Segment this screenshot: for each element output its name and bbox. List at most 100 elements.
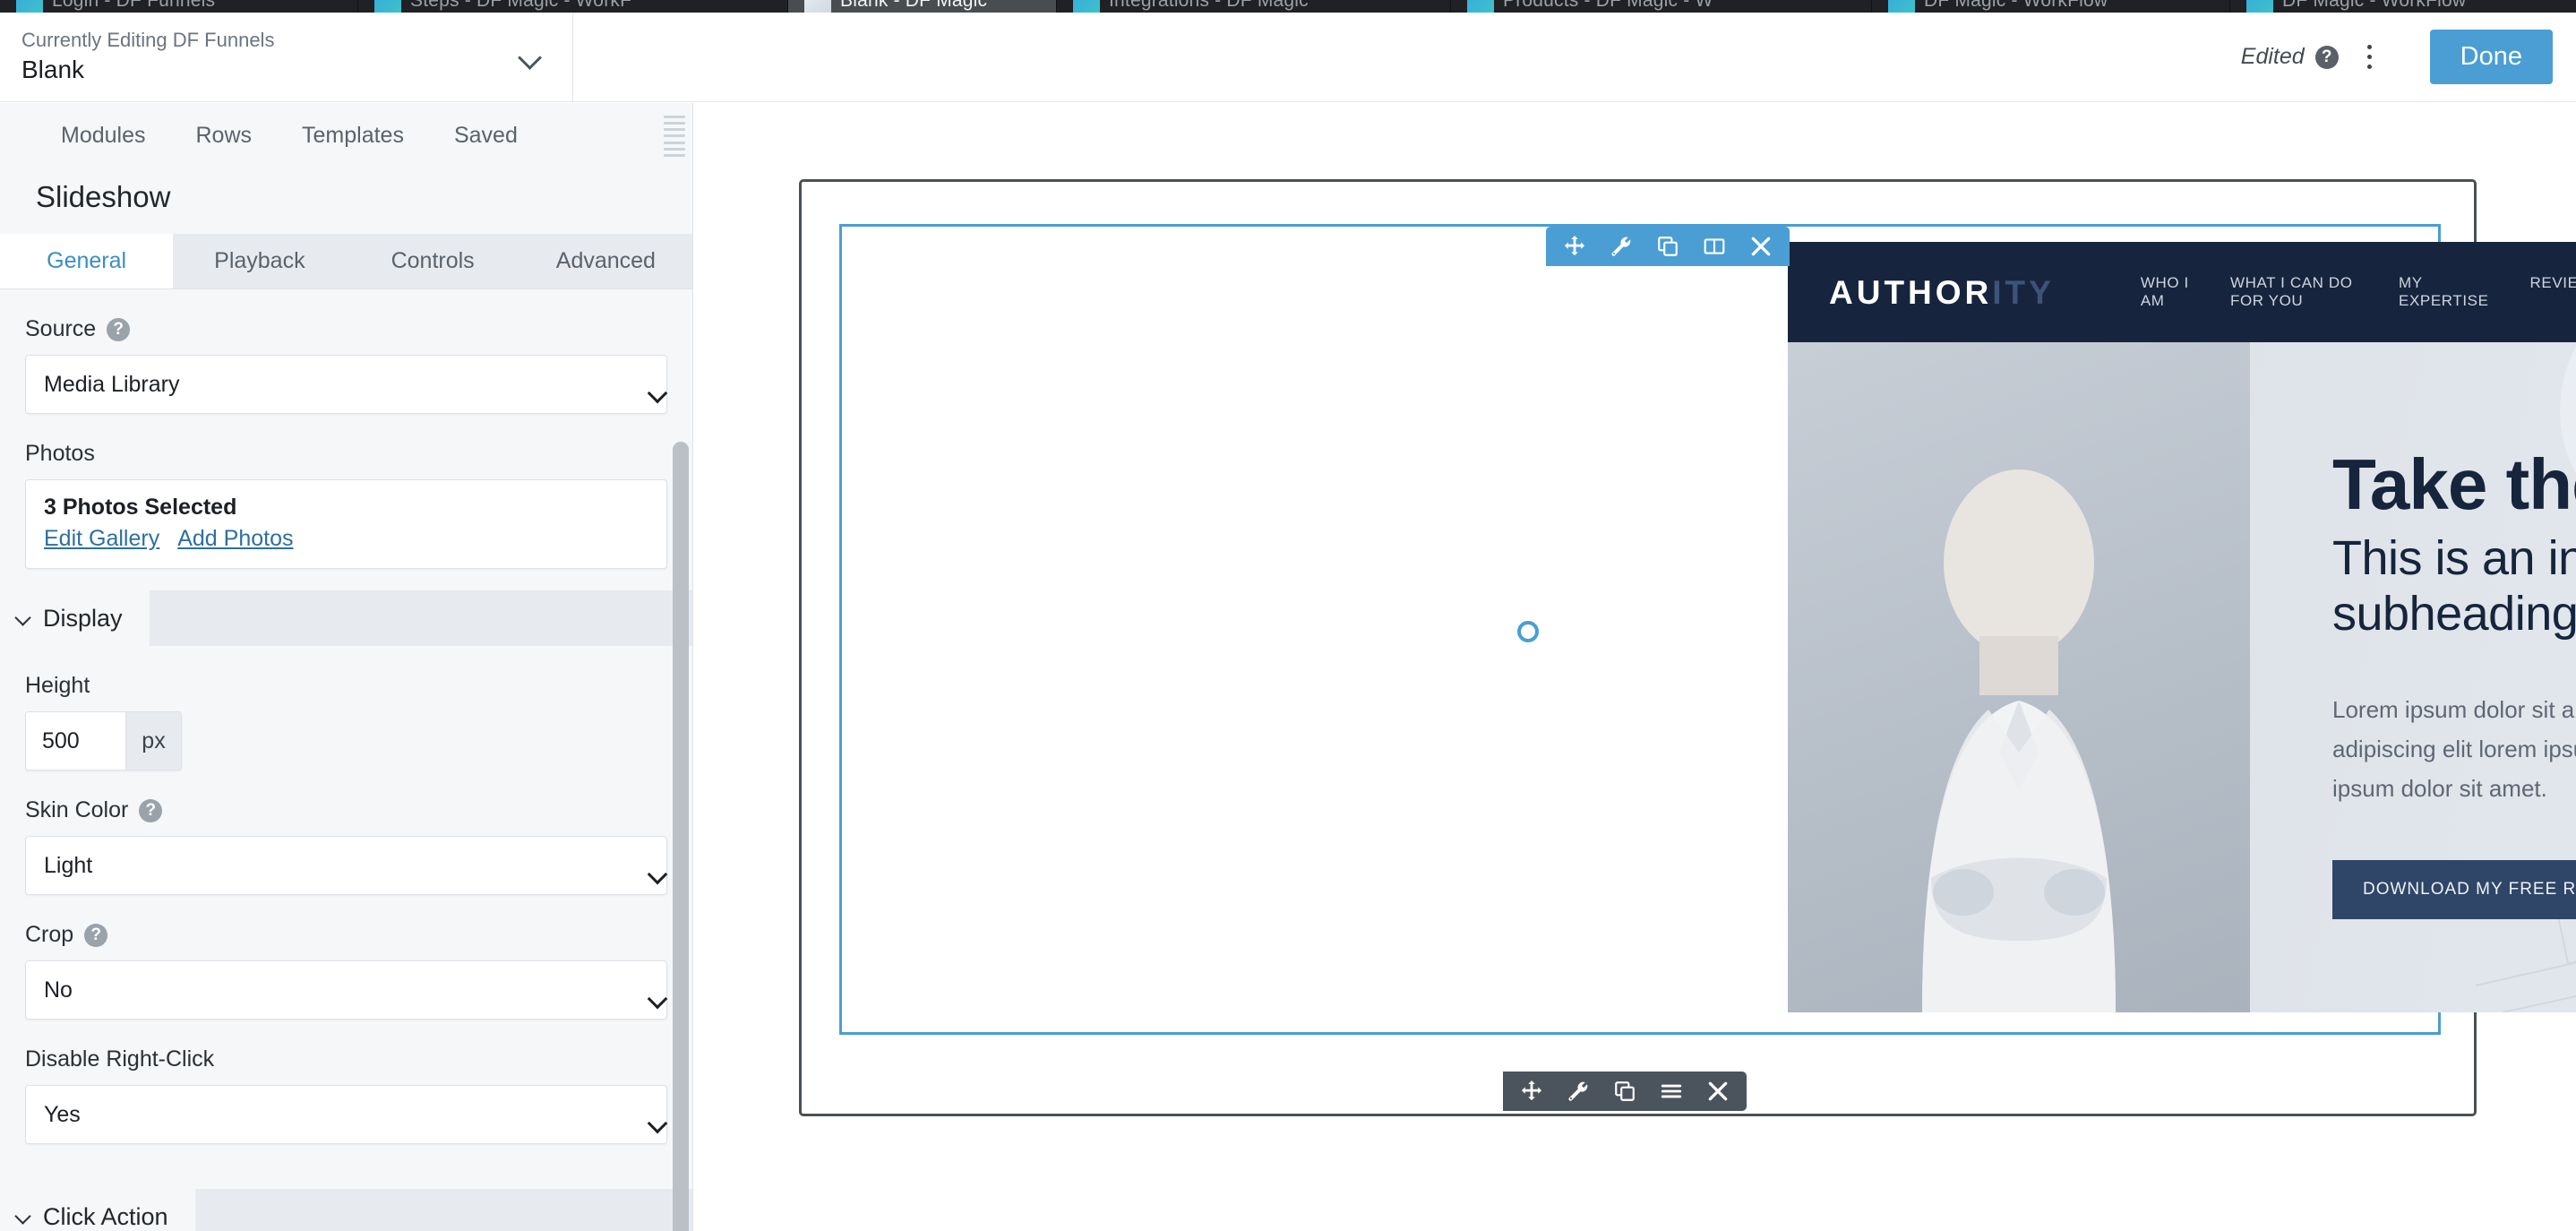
duplicate-icon[interactable] bbox=[1644, 227, 1691, 266]
nav-link-who-i-am[interactable]: WHO I AM bbox=[2141, 274, 2189, 310]
section-click-action[interactable]: Click Action bbox=[0, 1189, 692, 1231]
app-header-bar: Currently Editing DF Funnels Blank Edite… bbox=[0, 13, 2576, 102]
columns-icon[interactable] bbox=[1691, 227, 1738, 266]
edit-gallery-link[interactable]: Edit Gallery bbox=[44, 526, 159, 552]
skin-color-label: Skin Color bbox=[25, 797, 129, 822]
hero-content: Take the lead. This is an interesting su… bbox=[2250, 342, 2576, 1012]
move-icon[interactable] bbox=[1551, 227, 1598, 266]
tab-playback[interactable]: Playback bbox=[173, 234, 346, 288]
crop-select-value: No bbox=[44, 977, 73, 1003]
wrench-icon[interactable] bbox=[1555, 1072, 1601, 1111]
hero-nav-links: WHO I AM WHAT I CAN DO FOR YOU MY EXPERT… bbox=[2141, 274, 2576, 310]
currently-editing-selector[interactable]: Currently Editing DF Funnels Blank bbox=[0, 13, 573, 101]
photos-label-row: Photos bbox=[25, 414, 667, 479]
tab-favicon-icon bbox=[2246, 0, 2273, 13]
hero-cta-button[interactable]: DOWNLOAD MY FREE REPORT bbox=[2332, 860, 2576, 920]
section-click-action-label: Click Action bbox=[43, 1202, 168, 1230]
source-select[interactable]: Media Library bbox=[25, 355, 667, 414]
hero-headline-part1: Take the bbox=[2332, 444, 2576, 524]
tab-title: Integrations - DF Magic bbox=[1109, 0, 1309, 11]
disable-right-click-label: Disable Right-Click bbox=[25, 1046, 215, 1072]
outline-list-icon[interactable] bbox=[2366, 42, 2403, 73]
skin-color-label-row: Skin Color ? bbox=[25, 770, 667, 836]
panel-drag-handle[interactable] bbox=[664, 116, 685, 157]
help-icon[interactable]: ? bbox=[2314, 45, 2339, 69]
tab-title: Login - DF Funnels bbox=[52, 0, 216, 11]
browser-tab-active[interactable]: Blank - DF Magic bbox=[788, 0, 1057, 13]
section-display[interactable]: Display bbox=[0, 590, 692, 646]
panel-top-tabs: Modules Rows Templates Saved bbox=[0, 103, 692, 168]
nav-link-reviews[interactable]: REVIEWS bbox=[2530, 274, 2576, 310]
crop-label-row: Crop ? bbox=[25, 895, 667, 960]
disable-right-click-label-row: Disable Right-Click bbox=[25, 1020, 667, 1085]
hero-body: Take the lead. This is an interesting su… bbox=[1788, 342, 2576, 1012]
field-source: Source ? Media Library bbox=[0, 289, 692, 414]
height-unit: px bbox=[125, 712, 181, 770]
browser-tab[interactable]: Integrations - DF Magic bbox=[1057, 0, 1451, 13]
field-height: Height px bbox=[0, 646, 692, 770]
crop-select[interactable]: No bbox=[25, 960, 667, 1020]
field-photos: Photos 3 Photos Selected Edit Gallery Ad… bbox=[0, 414, 692, 569]
nav-link-my-expertise[interactable]: MY EXPERTISE bbox=[2399, 274, 2489, 310]
status-badge: Edited bbox=[2240, 44, 2305, 69]
source-label-row: Source ? bbox=[25, 289, 667, 355]
section-click-action-nub: Click Action bbox=[0, 1189, 195, 1231]
settings-panel: Modules Rows Templates Saved Slideshow G… bbox=[0, 103, 693, 1231]
height-input[interactable] bbox=[26, 712, 125, 770]
hero-module-preview: AUTHORITY WHO I AM WHAT I CAN DO FOR YOU… bbox=[1788, 242, 2576, 1012]
tab-title: Blank - DF Magic bbox=[840, 0, 988, 11]
source-label: Source bbox=[25, 316, 97, 341]
tab-favicon-icon bbox=[1888, 0, 1915, 13]
hamburger-icon[interactable] bbox=[1648, 1072, 1695, 1111]
height-input-group[interactable]: px bbox=[25, 711, 182, 770]
page-title: Blank bbox=[21, 56, 85, 84]
portrait-silhouette bbox=[1922, 469, 2116, 1012]
help-icon[interactable]: ? bbox=[139, 798, 163, 822]
hero-logo-part2: ITY bbox=[1992, 273, 2055, 311]
panel-tab-rows[interactable]: Rows bbox=[171, 123, 278, 149]
browser-tab[interactable]: Steps - DF Magic - WorkF bbox=[358, 0, 788, 13]
chevron-down-icon[interactable] bbox=[519, 46, 542, 69]
hero-headline: Take the lead. bbox=[2332, 448, 2576, 521]
done-button[interactable]: Done bbox=[2429, 30, 2553, 84]
tab-general[interactable]: General bbox=[0, 234, 174, 288]
browser-tab[interactable]: DF Magic - WorkFlow bbox=[2230, 0, 2576, 13]
field-skin-color: Skin Color ? Light bbox=[0, 770, 692, 895]
close-icon[interactable] bbox=[1695, 1072, 1741, 1111]
blueprint-decoration bbox=[2475, 836, 2576, 1012]
field-crop: Crop ? No bbox=[0, 895, 692, 1020]
help-icon[interactable]: ? bbox=[107, 317, 131, 341]
module-sub-tabs: General Playback Controls Advanced bbox=[0, 234, 692, 289]
browser-tab[interactable]: Login - DF Funnels bbox=[0, 0, 358, 13]
nav-link-what-i-can-do[interactable]: WHAT I CAN DO FOR YOU bbox=[2230, 274, 2357, 310]
browser-tab[interactable]: Products - DF Magic - W bbox=[1451, 0, 1872, 13]
section-display-label: Display bbox=[43, 604, 123, 632]
edited-status: Edited ? bbox=[2241, 44, 2339, 70]
duplicate-icon[interactable] bbox=[1601, 1072, 1648, 1111]
chevron-down-icon bbox=[16, 1209, 32, 1225]
panel-tab-saved[interactable]: Saved bbox=[429, 123, 543, 149]
disable-right-click-select[interactable]: Yes bbox=[25, 1085, 667, 1144]
move-icon[interactable] bbox=[1508, 1072, 1555, 1111]
browser-tab-strip: Login - DF Funnels Steps - DF Magic - Wo… bbox=[0, 0, 2576, 13]
hero-logo: AUTHORITY bbox=[1829, 276, 2055, 309]
browser-tab[interactable]: DF Magic - WorkFlow bbox=[1872, 0, 2230, 13]
photos-label: Photos bbox=[25, 441, 95, 466]
resize-handle-left[interactable] bbox=[1517, 621, 1539, 642]
tab-controls[interactable]: Controls bbox=[347, 234, 519, 288]
field-disable-right-click: Disable Right-Click Yes bbox=[0, 1020, 692, 1144]
tab-favicon-icon bbox=[804, 0, 831, 13]
add-photos-link[interactable]: Add Photos bbox=[177, 526, 293, 552]
wrench-icon[interactable] bbox=[1598, 227, 1644, 266]
crop-label: Crop bbox=[25, 922, 74, 947]
tab-advanced[interactable]: Advanced bbox=[519, 234, 692, 288]
panel-tab-templates[interactable]: Templates bbox=[277, 123, 429, 149]
tab-title: DF Magic - WorkFlow bbox=[1924, 0, 2108, 11]
panel-scrollbar[interactable] bbox=[673, 442, 689, 1231]
tab-favicon-icon bbox=[16, 0, 43, 13]
panel-tab-modules[interactable]: Modules bbox=[36, 123, 171, 149]
help-icon[interactable]: ? bbox=[84, 923, 108, 947]
skin-color-select[interactable]: Light bbox=[25, 836, 667, 895]
height-label: Height bbox=[25, 673, 90, 698]
close-icon[interactable] bbox=[1738, 227, 1784, 266]
